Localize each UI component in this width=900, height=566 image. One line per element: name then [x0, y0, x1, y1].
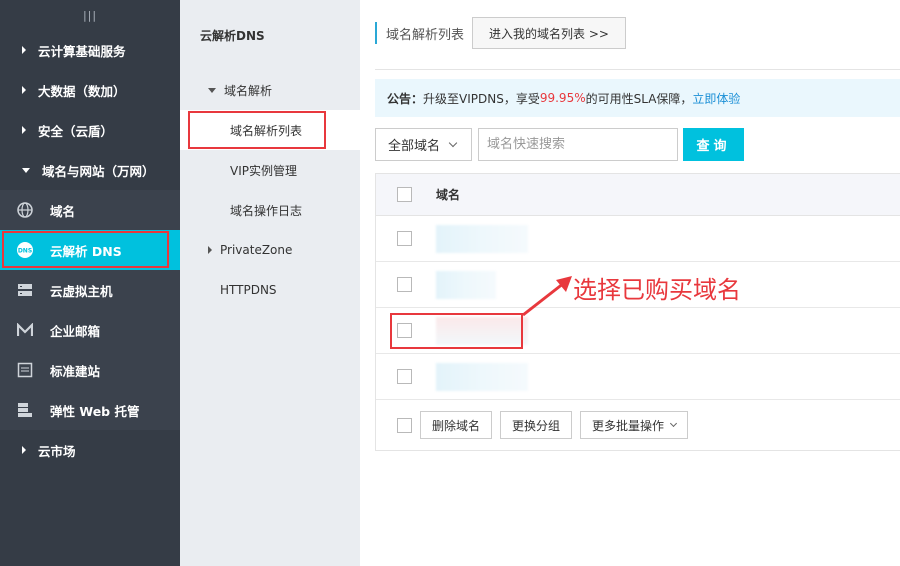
stack-icon [16, 401, 34, 419]
highlight-box-dns [2, 231, 169, 268]
chevron-right-icon [22, 86, 26, 94]
delete-domain-button[interactable]: 删除域名 [420, 411, 493, 439]
notice-prefix: 公告： [387, 91, 424, 106]
notice-text-after: 的可用性SLA保障， [585, 91, 693, 106]
page-header: 域名解析列表 进入我的域名列表 >> [375, 16, 626, 50]
batch-actions-button[interactable]: 更多批量操作 [580, 411, 689, 439]
sidebar-item-label: 弹性 Web 托管 [50, 403, 140, 419]
domain-scope-dropdown[interactable]: 全部域名 [375, 128, 472, 161]
header-divider [375, 69, 900, 70]
sidebar-subitems: 域名 DNS 云解析 DNS 云虚拟主机 企业邮箱 标准建站 弹性 Web 托管 [0, 190, 180, 430]
sidebar-group-label: 大数据（数加） [38, 83, 126, 99]
chevron-right-icon [208, 246, 212, 254]
table-row [376, 354, 900, 400]
mail-icon [16, 321, 34, 339]
select-all-checkbox[interactable] [397, 187, 412, 202]
globe-icon [16, 201, 34, 219]
chevron-right-icon [22, 446, 26, 454]
sub-nav-item-label: HTTPDNS [220, 283, 277, 297]
chevron-right-icon [22, 126, 26, 134]
chevron-down-icon [208, 87, 216, 93]
row-checkbox[interactable] [397, 369, 412, 384]
notice-banner: 公告： 升级至VIPDNS，享受 99.95% 的可用性SLA保障， 立即体验 [375, 79, 900, 117]
sidebar-group-cloud-basic[interactable]: 云计算基础服务 [0, 30, 180, 70]
sub-nav-item-label: VIP实例管理 [230, 163, 297, 178]
row-checkbox[interactable] [397, 231, 412, 246]
filter-bar: 全部域名 查询 [375, 128, 744, 161]
change-group-button[interactable]: 更换分组 [500, 411, 573, 439]
title-accent-bar [375, 22, 377, 44]
notice-text-before: 升级至VIPDNS，享受 [423, 91, 540, 106]
sub-nav-title: 云解析DNS [200, 28, 265, 43]
sidebar-item-site-builder[interactable]: 标准建站 [0, 350, 180, 390]
chevron-down-icon [448, 138, 458, 147]
sidebar-item-enterprise-mail[interactable]: 企业邮箱 [0, 310, 180, 350]
sidebar-group-label: 域名与网站（万网） [42, 163, 155, 179]
sidebar-group-bigdata[interactable]: 大数据（数加） [0, 70, 180, 110]
sidebar-item-label: 域名 [50, 203, 76, 219]
footer-select-checkbox[interactable] [397, 417, 412, 433]
my-domains-button[interactable]: 进入我的域名列表 >> [472, 17, 626, 49]
domain-search-input[interactable] [478, 128, 678, 161]
sidebar-item-label: 云虚拟主机 [50, 283, 113, 299]
sidebar-group-domain-website[interactable]: 域名与网站（万网） [0, 150, 180, 190]
annotation-text: 选择已购买域名 [573, 276, 741, 304]
sub-nav-item-vip-instances[interactable]: VIP实例管理 [180, 150, 360, 190]
notice-link[interactable]: 立即体验 [692, 90, 740, 107]
sidebar-item-domain[interactable]: 域名 [0, 190, 180, 230]
notice-highlight: 99.95% [539, 91, 586, 105]
batch-actions-label: 更多批量操作 [592, 418, 665, 433]
sub-nav-group-label: PrivateZone [220, 243, 293, 257]
chevron-right-icon [22, 46, 26, 54]
chevron-down-icon [670, 419, 678, 428]
sub-nav: 云解析DNS 域名解析 域名解析列表 VIP实例管理 域名操作日志 Privat… [180, 0, 360, 566]
sub-nav-item-operation-log[interactable]: 域名操作日志 [180, 190, 360, 230]
sub-nav-group-domain-resolve[interactable]: 域名解析 [180, 70, 360, 110]
sidebar-group-label: 安全（云盾） [38, 123, 114, 139]
chevron-down-icon [22, 167, 30, 173]
sidebar-group-marketplace[interactable]: 云市场 [0, 430, 180, 470]
sidebar-item-label: 标准建站 [50, 363, 101, 379]
sub-nav-item-httpdns[interactable]: HTTPDNS [180, 270, 360, 310]
annotation-arrow-icon [522, 276, 572, 317]
sidebar-group-label: 云市场 [38, 443, 76, 459]
table-header: 域名 [376, 174, 900, 216]
highlight-box-resolve-list [188, 111, 326, 149]
page-title: 域名解析列表 [386, 27, 465, 43]
table-row [376, 216, 900, 262]
blurred-domain[interactable] [436, 362, 528, 391]
sidebar-item-virtual-host[interactable]: 云虚拟主机 [0, 270, 180, 310]
blurred-domain[interactable] [436, 224, 528, 253]
sidebar-group-label: 云计算基础服务 [38, 43, 126, 59]
highlight-box-row [390, 313, 523, 349]
sub-nav-item-label: 域名操作日志 [230, 203, 303, 218]
dropdown-value: 全部域名 [388, 139, 441, 154]
sidebar-item-label: 企业邮箱 [50, 323, 101, 339]
main-sidebar: ||| 云计算基础服务 大数据（数加） 安全（云盾） 域名与网站（万网） 域名 … [0, 0, 180, 566]
row-checkbox[interactable] [397, 277, 412, 292]
domain-table: 域名 删除域名 更换分组 更多批量操作 [375, 173, 900, 451]
collapse-toggle[interactable]: ||| [0, 0, 180, 30]
query-button[interactable]: 查询 [683, 128, 744, 161]
blurred-domain[interactable] [436, 270, 496, 299]
monitor-icon [16, 361, 34, 379]
table-footer: 删除域名 更换分组 更多批量操作 [376, 400, 900, 450]
sidebar-group-security[interactable]: 安全（云盾） [0, 110, 180, 150]
sub-nav-group-label: 域名解析 [224, 83, 273, 98]
server-icon [16, 281, 34, 299]
sub-nav-group-private-zone[interactable]: PrivateZone [180, 230, 360, 270]
sidebar-item-web-hosting[interactable]: 弹性 Web 托管 [0, 390, 180, 430]
column-header-domain: 域名 [436, 188, 461, 202]
